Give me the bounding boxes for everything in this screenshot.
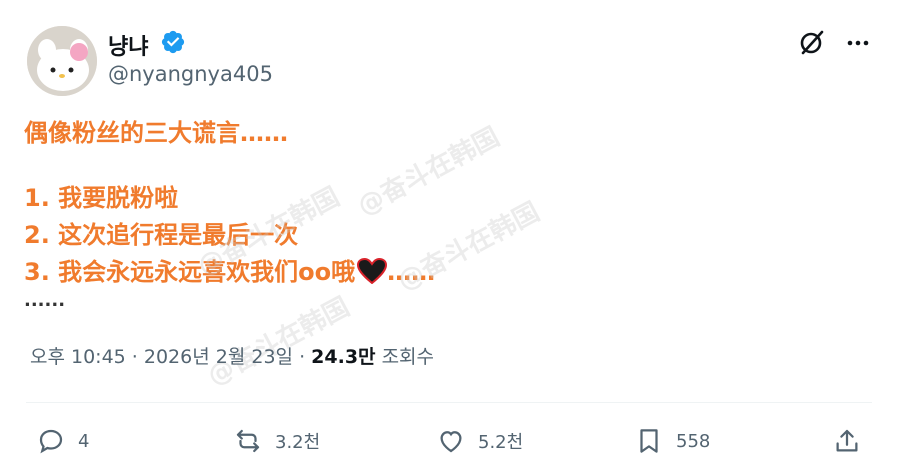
like-button[interactable]: 5.2천 [436,424,523,458]
share-button[interactable] [832,424,874,458]
tweet-line-text: 3. 我会永远永远喜欢我们oo哦 [24,258,356,286]
views-count: 24.3만 [311,346,376,368]
bookmark-icon [640,429,658,453]
verified-badge-icon [161,30,185,54]
tweet-line: 偶像粉丝的三大谎言…… [24,119,288,147]
reply-icon [39,429,63,454]
avatar[interactable] [27,26,97,96]
tweet-line: 1. 我要脱粉啦 [24,184,179,212]
black-heart-emoji-icon [357,258,388,284]
tweet-line: ...... [24,290,66,311]
hello-kitty-avatar-icon [27,26,97,96]
timestamp[interactable]: 오후 10:45 · 2026년 2월 23일 [30,346,293,368]
handle[interactable]: @nyangnya405 [108,62,273,86]
grok-icon[interactable] [797,27,827,57]
retweet-button[interactable]: 3.2천 [233,424,320,458]
reply-button[interactable]: 4 [36,424,89,458]
tweet-line-trailing: …… [387,258,436,286]
meta-separator: · [299,346,312,368]
display-name[interactable]: 냥냐 [108,29,148,61]
reply-count: 4 [78,430,90,452]
like-count: 5.2천 [478,432,524,453]
tweet-text: 偶像粉丝的三大谎言…… 1. 我要脱粉啦 2. 这次追行程是最后一次 3. 我会… [24,115,644,311]
tweet-meta: 오후 10:45 · 2026년 2월 23일 · 24.3만 조회수 [30,342,434,369]
views-label: 조회수 [381,346,435,368]
share-icon [836,429,858,452]
more-options-icon[interactable] [845,32,871,54]
like-heart-icon [440,431,462,453]
bookmark-button[interactable]: 558 [634,424,710,458]
bookmark-count: 558 [676,430,711,452]
retweet-count: 3.2천 [275,432,321,453]
retweet-icon [236,429,260,453]
divider [26,402,872,403]
tweet-line-with-emoji: 3. 我会永远永远喜欢我们oo哦 …… [24,254,644,291]
tweet-line: 2. 这次追行程是最后一次 [24,221,299,249]
